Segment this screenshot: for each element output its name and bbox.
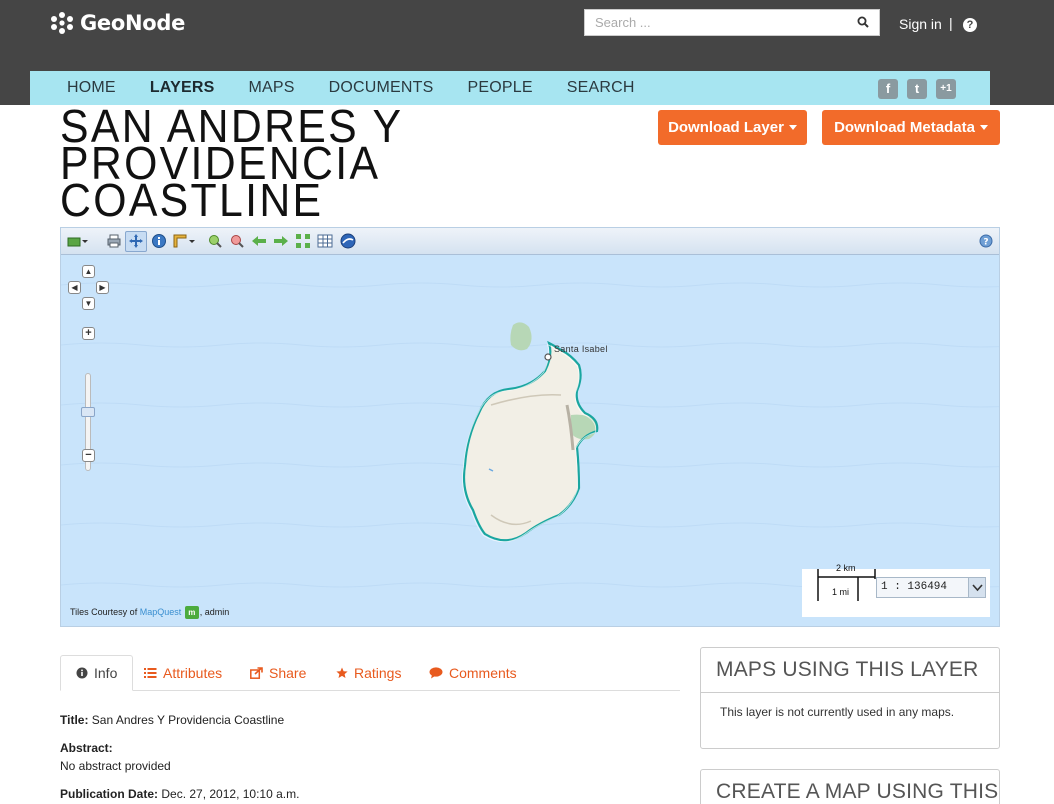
pan-up-button[interactable]: ▲ [82,265,95,278]
info-title-value: San Andres Y Providencia Coastline [91,713,285,727]
nav-layers[interactable]: LAYERS [150,79,215,97]
info-title-row: Title: San Andres Y Providencia Coastlin… [60,713,284,727]
map-toolbar: ? [61,228,999,255]
header-bar: GeoNode Sign in | ? HOME LAYERS MAPS DOC… [0,0,1054,105]
attribution-prefix: Tiles Courtesy of [70,606,140,617]
maps-using-layer-panel: MAPS USING THIS LAYER This layer is not … [700,647,1000,749]
zoom-extent-icon[interactable] [295,233,311,249]
scale-value: 1 : 136494 [881,581,948,593]
header-separator: | [949,15,953,31]
pan-down-button[interactable]: ▼ [82,297,95,310]
list-icon [144,668,157,678]
mapquest-logo: m [184,606,199,619]
scale-dropdown-arrow[interactable] [968,578,985,597]
zoom-in-icon[interactable] [207,233,223,249]
info-pubdate-value: Dec. 27, 2012, 10:10 a.m. [161,787,300,801]
zoom-out-icon[interactable] [229,233,245,249]
share-icon [250,667,263,679]
info-title-label: Title: [60,713,89,727]
sign-in-link[interactable]: Sign in [899,16,942,32]
create-map-title[interactable]: CREATE A MAP USING THIS LAYER [701,770,999,804]
map-help-icon[interactable]: ? [978,233,994,249]
svg-text:?: ? [983,238,988,248]
info-pubdate-row: Publication Date: Dec. 27, 2012, 10:10 a… [60,787,299,801]
tab-info-label: Info [94,665,118,681]
tab-comments[interactable]: Comments [429,655,517,691]
tab-ratings-label: Ratings [354,665,402,681]
logo-text: GeoNode [80,11,186,35]
zoom-slider-thumb[interactable] [81,407,95,417]
chevron-down-icon [788,125,797,130]
chevron-down-icon [979,125,988,130]
facebook-icon[interactable]: f [878,79,898,99]
maps-using-layer-title: MAPS USING THIS LAYER [701,648,999,693]
nav-documents[interactable]: DOCUMENTS [329,79,434,97]
tab-comments-label: Comments [449,665,517,681]
scale-km-label: 2 km [836,563,856,573]
chevron-down-icon[interactable] [188,233,196,249]
mapquest-link[interactable]: MapQuest [140,607,182,617]
islet-shape [510,322,532,351]
info-abstract-label-row: Abstract: [60,741,113,755]
search-box [584,9,880,36]
help-icon[interactable]: ? [963,18,977,32]
nav-search[interactable]: SEARCH [567,79,635,97]
scale-select[interactable]: 1 : 136494 [876,577,986,598]
scale-control: 2 km 1 mi 1 : 136494 [802,563,990,617]
nav-people[interactable]: PEOPLE [468,79,533,97]
attribution-suffix: , admin [199,606,230,617]
chevron-down-icon[interactable] [81,233,89,249]
info-circle-icon [76,667,88,679]
tab-ratings[interactable]: Ratings [336,655,401,691]
map-viewer: ? Santa Isabel ▲ ◀ ▶ ▼ + − Tiles Courtes… [60,227,1000,627]
info-pubdate-label: Publication Date: [60,787,159,801]
pan-right-button[interactable]: ▶ [96,281,109,294]
search-input[interactable] [585,10,845,35]
comment-icon [429,667,443,679]
title-line: COASTLINE [60,174,324,226]
zoom-in-button[interactable]: + [82,327,95,340]
arrow-left-icon[interactable] [251,233,267,249]
tab-attributes[interactable]: Attributes [144,655,222,691]
print-icon[interactable] [106,233,122,249]
nav-maps[interactable]: MAPS [248,79,294,97]
nav-home[interactable]: HOME [67,79,116,97]
download-layer-label: Download Layer [668,119,784,136]
geonode-flower-icon [51,12,73,34]
search-icon[interactable] [857,16,869,28]
info-abstract-value: No abstract provided [60,759,171,773]
place-label: Santa Isabel [554,344,608,354]
layer-tabs: Info Attributes Share Ratings Comments [60,655,680,691]
tab-share[interactable]: Share [250,655,306,691]
maps-using-layer-body: This layer is not currently used in any … [720,705,955,719]
geonode-logo[interactable]: GeoNode [50,8,185,38]
table-icon[interactable] [317,233,333,249]
pan-left-button[interactable]: ◀ [68,281,81,294]
tab-share-label: Share [269,665,307,681]
star-icon [336,667,348,678]
map-canvas[interactable]: Santa Isabel ▲ ◀ ▶ ▼ + − Tiles Courtesy … [61,255,999,626]
tab-info[interactable]: Info [60,655,134,691]
chevron-down-icon [972,584,983,592]
pan-icon[interactable] [128,233,144,249]
globe-icon[interactable] [340,233,356,249]
tab-attributes-label: Attributes [163,665,223,681]
download-metadata-button[interactable]: Download Metadata [822,110,1000,145]
info-abstract-value-row: No abstract provided [60,759,171,773]
zoom-out-button[interactable]: − [82,449,95,462]
create-map-panel: CREATE A MAP USING THIS LAYER [700,769,1000,804]
measure-icon[interactable] [172,233,188,249]
twitter-icon[interactable]: t [907,79,927,99]
download-metadata-label: Download Metadata [834,119,975,136]
map-attribution: Tiles Courtesy of MapQuest m, admin [70,606,229,619]
place-marker [544,353,552,361]
google-plus-icon[interactable]: +1 [936,79,956,99]
arrow-right-icon[interactable] [273,233,289,249]
info-abstract-label: Abstract: [60,741,113,755]
scale-mi-label: 1 mi [832,587,850,597]
info-icon[interactable] [151,233,167,249]
page-title: SAN ANDRES Y PROVIDENCIA COASTLINE [60,103,506,226]
page: GeoNode Sign in | ? HOME LAYERS MAPS DOC… [0,0,1054,804]
download-layer-button[interactable]: Download Layer [658,110,807,145]
